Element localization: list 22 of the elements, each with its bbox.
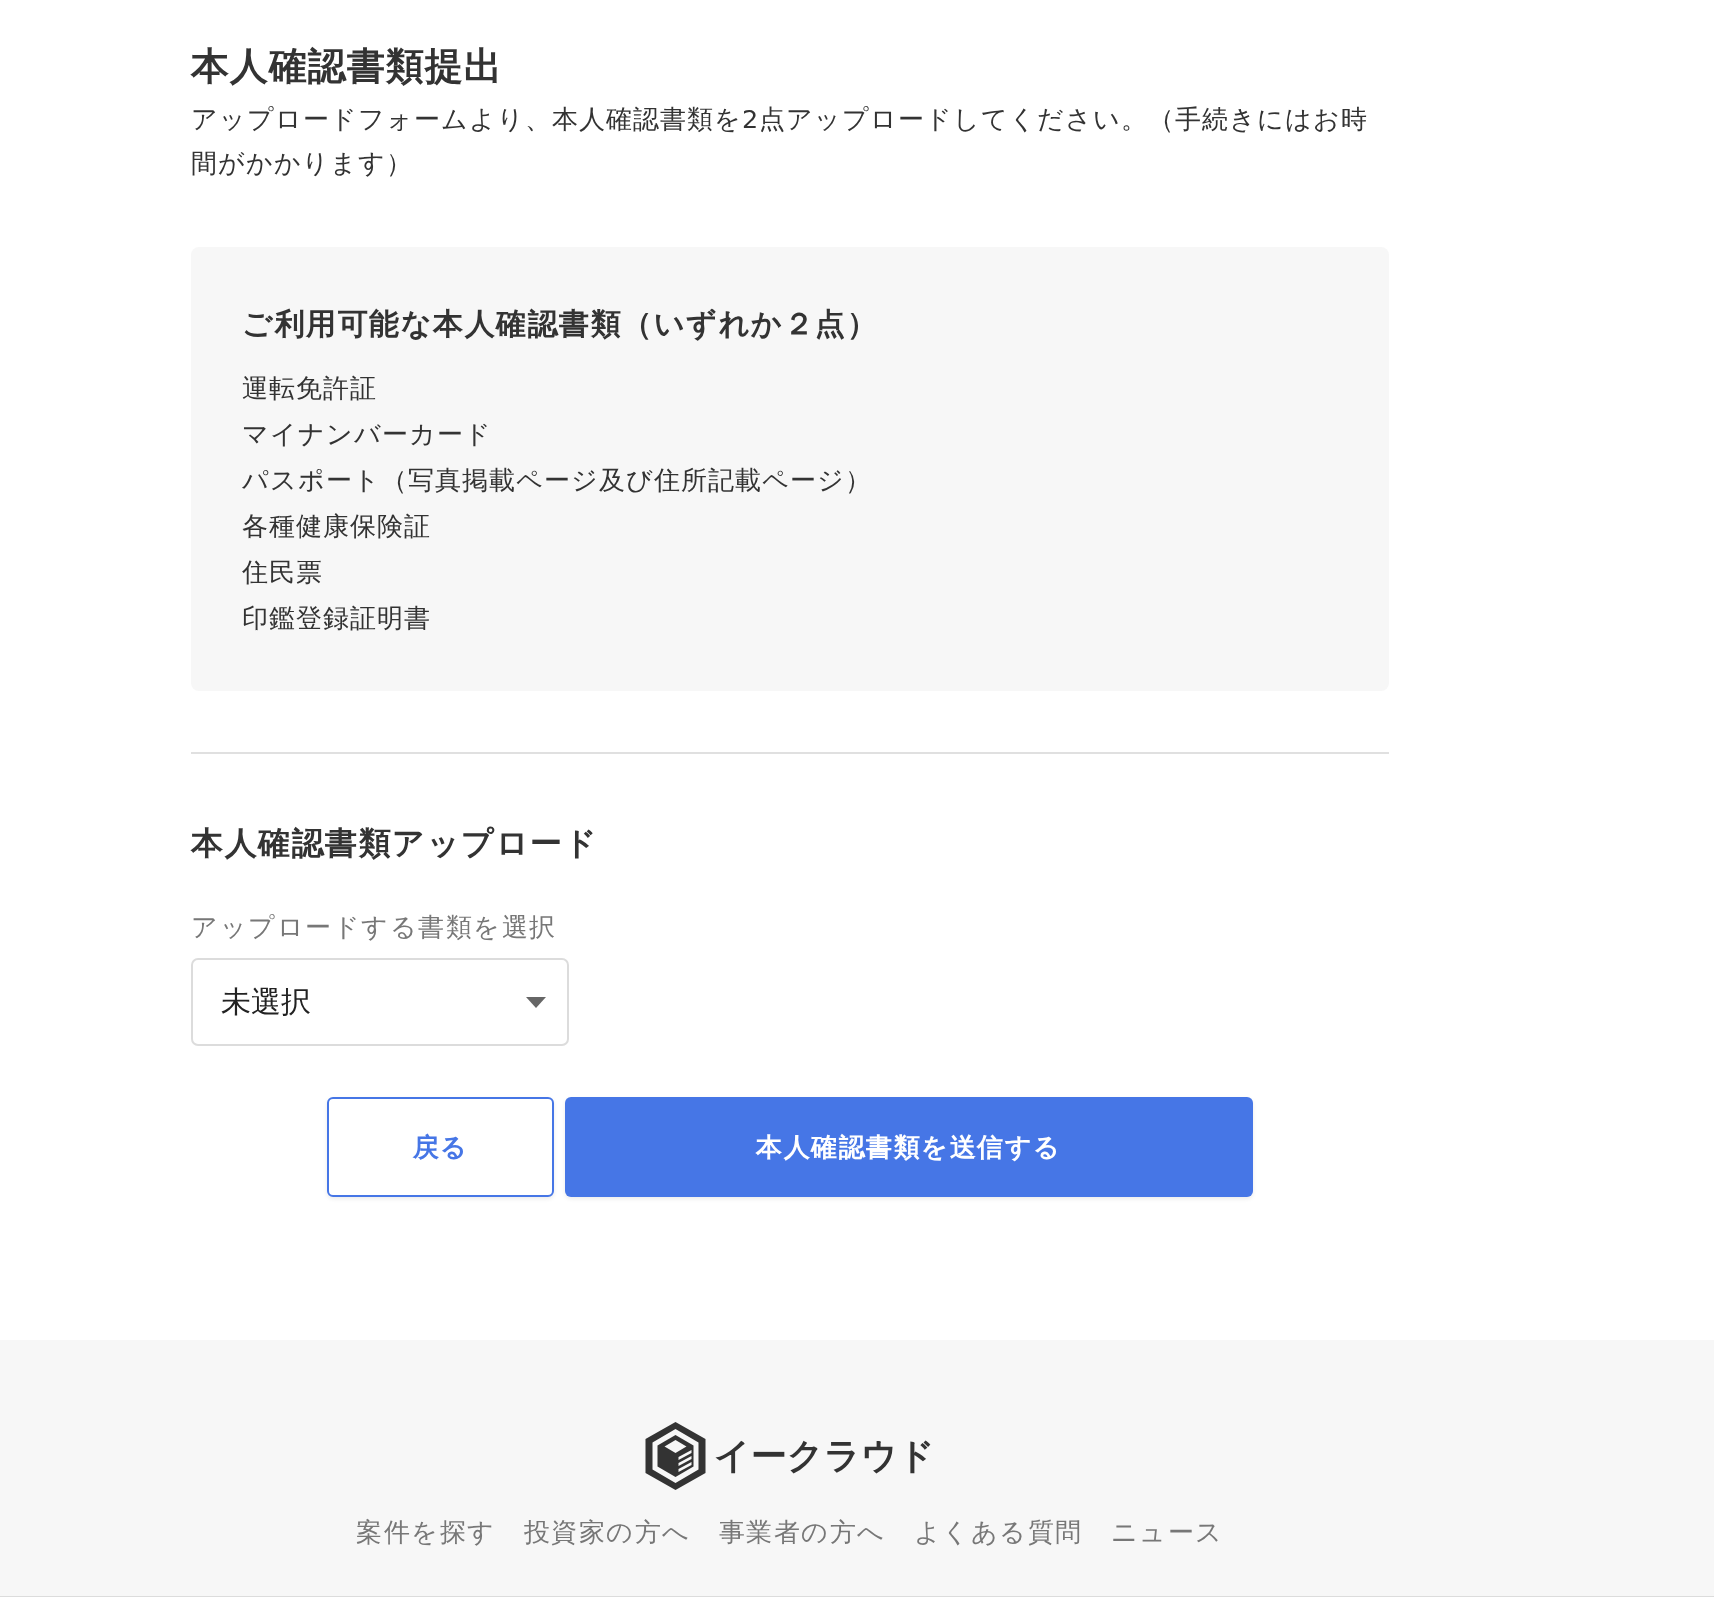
logo-text: イークラウド (714, 1434, 935, 1478)
document-type-item: マイナンバーカード (242, 418, 493, 451)
document-type-item: 各種健康保険証 (242, 510, 432, 543)
footer-nav-link[interactable]: 案件を探す (356, 1512, 496, 1552)
footer-nav-link[interactable]: ニュース (1110, 1512, 1224, 1552)
info-panel-title: ご利用可能な本人確認書類（いずれか２点） (242, 305, 879, 343)
back-button[interactable]: 戻る (327, 1097, 554, 1197)
footer-nav-link[interactable]: 事業者の方へ (718, 1512, 886, 1552)
description-text: アップロードフォームより、本人確認書類を2点アップロードしてください。（手続きにはお時間がかかります） (191, 103, 1370, 180)
document-type-item: 住民票 (242, 556, 324, 589)
submit-button[interactable]: 本人確認書類を送信する (565, 1097, 1253, 1197)
document-type-item: 印鑑登録証明書 (242, 602, 432, 635)
footer-nav-link[interactable]: よくある質問 (913, 1512, 1083, 1552)
document-select[interactable]: 未選択 (191, 958, 569, 1046)
document-type-item: 運転免許証 (242, 372, 378, 405)
section-title: 本人確認書類アップロード (191, 823, 599, 864)
document-type-item: パスポート（写真掲載ページ及び住所記載ページ） (242, 464, 873, 497)
caret-icon (526, 996, 546, 1008)
footer-nav-link[interactable]: 投資家の方へ (523, 1512, 691, 1552)
page-title: 本人確認書類提出 (191, 43, 504, 90)
logo-icon (645, 1422, 706, 1490)
field-label: アップロードする書類を選択 (191, 911, 558, 944)
